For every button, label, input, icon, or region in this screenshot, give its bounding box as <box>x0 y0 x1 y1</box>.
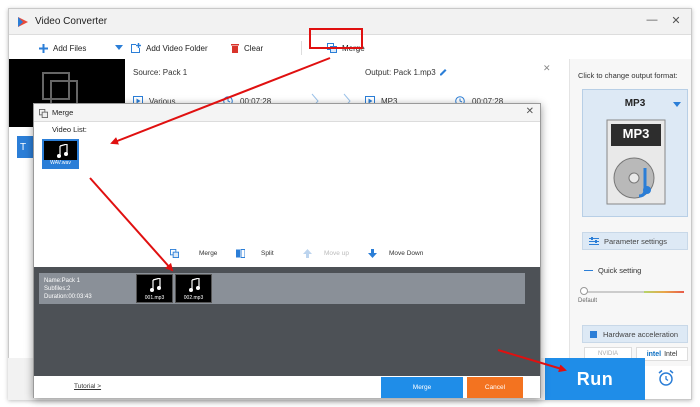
pack-clip-caption: 002.mp3 <box>183 295 204 301</box>
close-button[interactable]: ✕ <box>669 14 683 27</box>
music-note-icon <box>189 278 200 292</box>
pack-info: Name:Pack 1 Subfiles:2 Duration:00:03:43 <box>44 277 92 301</box>
toolbar-divider <box>301 41 302 55</box>
minimize-button[interactable]: — <box>645 14 659 26</box>
remove-task-icon[interactable]: ✕ <box>543 63 551 74</box>
add-files-label: Add Files <box>53 43 87 53</box>
window-title: Video Converter <box>35 16 108 27</box>
video-list-item-caption: WAV.wav <box>44 160 77 167</box>
pack-clip-caption: 001.mp3 <box>144 295 165 301</box>
arrow-right-icon <box>584 270 593 271</box>
move-up-action-button[interactable]: Move up <box>303 249 349 258</box>
parameter-settings-button[interactable]: Parameter settings <box>582 232 688 250</box>
run-button[interactable]: Run <box>545 358 645 400</box>
add-files-dropdown[interactable] <box>115 41 123 55</box>
pack-duration: Duration:00:03:43 <box>44 294 92 300</box>
merge-dialog: Merge ✕ Video List: WAV.wav Merge Split … <box>33 103 541 398</box>
merge-icon <box>39 109 48 118</box>
dialog-cancel-button[interactable]: Cancel <box>467 377 523 398</box>
add-files-button[interactable]: Add Files <box>39 41 86 55</box>
move-down-action-label: Move Down <box>389 250 424 257</box>
pack-name: Name:Pack 1 <box>44 278 81 284</box>
arrow-down-icon <box>368 249 377 258</box>
music-note-icon <box>57 144 68 158</box>
tutorial-link[interactable]: Tutorial > <box>74 383 101 390</box>
quick-setting: Quick setting <box>584 266 641 275</box>
merge-icon <box>170 249 179 258</box>
move-down-action-button[interactable]: Move Down <box>368 249 423 258</box>
edit-pencil-icon[interactable] <box>439 67 448 76</box>
split-icon <box>236 249 245 258</box>
merge-action-button[interactable]: Merge <box>170 249 217 258</box>
merge-dialog-footer: Tutorial > Merge Cancel <box>34 376 540 398</box>
intel-logo-icon: intel <box>646 350 662 358</box>
triangle-down-icon <box>115 45 123 50</box>
add-video-folder-label: Add Video Folder <box>146 43 208 53</box>
dialog-merge-button[interactable]: Merge <box>381 377 463 398</box>
clear-label: Clear <box>244 43 264 53</box>
output-format-selector[interactable]: MP3 MP3 <box>582 89 688 217</box>
sliders-icon <box>589 236 599 245</box>
slider-default-label: Default <box>578 298 598 304</box>
plus-icon <box>39 43 48 53</box>
output-format-name: MP3 <box>624 98 646 109</box>
output-format-hint: Click to change output format: <box>578 71 678 80</box>
merge-pack-area: Name:Pack 1 Subfiles:2 Duration:00:03:43… <box>34 267 540 376</box>
quality-slider-track[interactable] <box>584 291 684 293</box>
output-label: Output: Pack 1.mp3 <box>365 68 436 77</box>
folder-plus-icon <box>131 43 141 53</box>
toolbar: Add Files Add Video Folder Clear Merge <box>9 36 569 60</box>
video-list-item[interactable]: WAV.wav <box>42 139 79 169</box>
merge-dialog-title-bar: Merge ✕ <box>34 104 540 122</box>
quality-slider-knob[interactable] <box>580 287 588 295</box>
split-action-button[interactable]: Split <box>236 249 274 258</box>
pack-subfiles: Subfiles:2 <box>44 286 71 292</box>
merge-pack-row[interactable]: Name:Pack 1 Subfiles:2 Duration:00:03:43… <box>39 273 525 304</box>
alarm-clock-icon[interactable] <box>648 362 684 394</box>
pack-clip[interactable]: 001.mp3 <box>136 274 173 303</box>
app-logo-icon <box>18 17 28 27</box>
intel-label: Intel <box>664 350 678 358</box>
video-list-label: Video List: <box>52 125 87 134</box>
clear-button[interactable]: Clear <box>231 41 263 55</box>
merge-button-highlight <box>309 28 363 49</box>
chip-icon <box>590 330 597 338</box>
parameter-settings-label: Parameter settings <box>604 236 667 246</box>
music-note-icon <box>150 278 161 292</box>
split-action-label: Split <box>261 250 274 257</box>
quick-setting-label: Quick setting <box>598 266 642 275</box>
pack-clip[interactable]: 002.mp3 <box>175 274 212 303</box>
arrow-up-icon <box>303 249 312 258</box>
trash-icon <box>231 44 239 53</box>
triangle-down-icon <box>673 102 681 107</box>
merge-dialog-title: Merge <box>52 108 74 117</box>
move-up-action-label: Move up <box>324 250 349 257</box>
nvidia-label: NVIDIA <box>597 351 618 357</box>
source-label: Source: Pack 1 <box>133 68 188 77</box>
hardware-acceleration-label: Hardware acceleration <box>603 329 679 339</box>
merge-dialog-close-icon[interactable]: ✕ <box>526 106 534 117</box>
output-panel: Click to change output format: MP3 MP3 P… <box>569 59 691 366</box>
merge-action-label: Merge <box>199 250 218 257</box>
add-video-folder-button[interactable]: Add Video Folder <box>131 41 208 55</box>
format-badge-text: MP3 <box>622 126 650 141</box>
hardware-acceleration-toggle[interactable]: Hardware acceleration <box>582 325 688 343</box>
